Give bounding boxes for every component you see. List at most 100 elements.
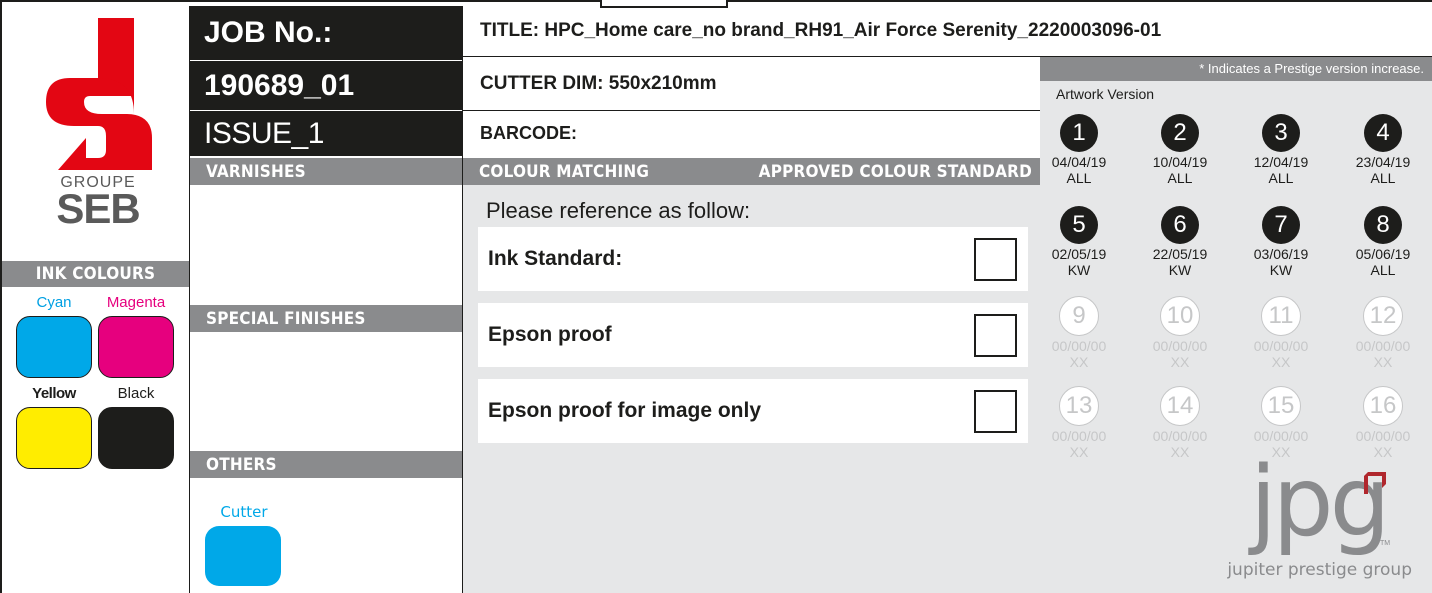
version-14: 14 00/00/00 XX [1145, 386, 1215, 460]
version-3: 3 12/04/19 ALL [1246, 114, 1316, 186]
version-code: XX [1170, 354, 1190, 370]
version-number-badge: 2 [1161, 114, 1199, 152]
barcode-label: BARCODE: [480, 123, 577, 143]
version-code: XX [1069, 444, 1089, 460]
version-number-badge: 8 [1364, 206, 1402, 244]
version-code: XX [1271, 354, 1291, 370]
version-code: KW [1067, 262, 1091, 278]
ink-label-yellow: Yellow [32, 385, 76, 402]
version-date: 12/04/19 [1253, 154, 1309, 170]
version-number-badge: 7 [1262, 206, 1300, 244]
version-date: 00/00/00 [1253, 428, 1309, 444]
version-date: 02/05/19 [1051, 246, 1107, 262]
version-number-badge: 13 [1059, 386, 1099, 426]
version-code: ALL [1370, 262, 1396, 278]
version-number-badge: 4 [1364, 114, 1402, 152]
epson-proof-checkbox[interactable] [974, 314, 1017, 357]
version-date: 23/04/19 [1355, 154, 1411, 170]
version-2: 2 10/04/19 ALL [1145, 114, 1215, 186]
ink-label-cyan: Cyan [36, 294, 72, 311]
cutter-dimensions: CUTTER DIM: 550x210mm [480, 72, 717, 94]
version-date: 00/00/00 [1253, 338, 1309, 354]
ink-swatch-black [98, 407, 174, 469]
ink-label-magenta: Magenta [106, 294, 166, 311]
job-title: TITLE: HPC_Home care_no brand_RH91_Air F… [480, 20, 1162, 41]
version-code: XX [1170, 444, 1190, 460]
version-number-badge: 1 [1060, 114, 1098, 152]
jpg-tm: TM [1380, 540, 1391, 547]
version-code: KW [1168, 262, 1192, 278]
ink-swatch-magenta [98, 316, 174, 378]
cutter-swatch [205, 526, 281, 586]
version-9: 9 00/00/00 XX [1044, 296, 1114, 370]
issue-value: ISSUE_1 [190, 110, 462, 156]
option-epson-proof-image[interactable]: Epson proof for image only [478, 379, 1028, 443]
version-date: 00/00/00 [1051, 338, 1107, 354]
version-4: 4 23/04/19 ALL [1348, 114, 1418, 186]
version-date: 00/00/00 [1355, 428, 1411, 444]
version-1: 1 04/04/19 ALL [1044, 114, 1114, 186]
version-number-badge: 16 [1363, 386, 1403, 426]
version-number-badge: 5 [1060, 206, 1098, 244]
version-date: 00/00/00 [1152, 338, 1208, 354]
version-date: 03/06/19 [1253, 246, 1309, 262]
version-code: XX [1069, 354, 1089, 370]
option-ink-standard[interactable]: Ink Standard: [478, 227, 1028, 291]
ink-colours-header: INK COLOURS [2, 261, 189, 287]
version-code: ALL [1167, 170, 1193, 186]
epson-proof-image-checkbox[interactable] [974, 390, 1017, 433]
version-date: 22/05/19 [1152, 246, 1208, 262]
version-11: 11 00/00/00 XX [1246, 296, 1316, 370]
version-5: 5 02/05/19 KW [1044, 206, 1114, 278]
option-epson-proof-image-label: Epson proof for image only [488, 399, 762, 422]
ink-swatch-cyan [16, 316, 92, 378]
groupe-seb-logo-icon [46, 18, 152, 170]
jpg-tagline: jupiter prestige group [1227, 560, 1412, 580]
version-date: 00/00/00 [1355, 338, 1411, 354]
ink-standard-checkbox[interactable] [974, 238, 1017, 281]
reference-intro: Please reference as follow: [486, 198, 751, 223]
version-code: ALL [1066, 170, 1092, 186]
version-number-badge: 10 [1160, 296, 1200, 336]
job-number-label: JOB No.: [190, 6, 462, 60]
option-ink-standard-label: Ink Standard: [488, 247, 623, 270]
version-code: XX [1373, 354, 1393, 370]
version-number-badge: 14 [1160, 386, 1200, 426]
ink-swatch-yellow [16, 407, 92, 469]
version-6: 6 22/05/19 KW [1145, 206, 1215, 278]
prestige-note: * Indicates a Prestige version increase. [1040, 57, 1432, 81]
version-number-badge: 12 [1363, 296, 1403, 336]
version-number-badge: 6 [1161, 206, 1199, 244]
jpg-accent-icon [1364, 472, 1386, 494]
version-number-badge: 15 [1261, 386, 1301, 426]
cutter-label: Cutter [220, 503, 268, 521]
version-code: ALL [1370, 170, 1396, 186]
version-date: 00/00/00 [1051, 428, 1107, 444]
version-number-badge: 3 [1262, 114, 1300, 152]
artwork-version-heading: Artwork Version [1056, 86, 1155, 102]
others-header: OTHERS [190, 451, 462, 478]
ink-label-black: Black [117, 385, 155, 402]
version-date: 00/00/00 [1152, 428, 1208, 444]
artwork-approval-sheet: GROUPE SEB INK COLOURS Cyan Magenta Yell… [0, 0, 1432, 593]
logo-seb-text: SEB [56, 185, 140, 232]
varnishes-header: VARNISHES [190, 158, 462, 185]
version-7: 7 03/06/19 KW [1246, 206, 1316, 278]
colour-matching-title: COLOUR MATCHING [479, 161, 650, 182]
job-number-value: 190689_01 [190, 60, 462, 110]
approved-colour-standard-title: APPROVED COLOUR STANDARD [758, 161, 1032, 182]
version-number-badge: 9 [1059, 296, 1099, 336]
version-8: 8 05/06/19 ALL [1348, 206, 1418, 278]
version-number-badge: 11 [1261, 296, 1301, 336]
option-epson-proof[interactable]: Epson proof [478, 303, 1028, 367]
version-code: KW [1269, 262, 1293, 278]
version-12: 12 00/00/00 XX [1348, 296, 1418, 370]
version-10: 10 00/00/00 XX [1145, 296, 1215, 370]
version-code: ALL [1268, 170, 1294, 186]
version-date: 05/06/19 [1355, 246, 1411, 262]
colour-matching-header: COLOUR MATCHING APPROVED COLOUR STANDARD [463, 158, 1040, 185]
version-date: 04/04/19 [1051, 154, 1107, 170]
version-date: 10/04/19 [1152, 154, 1208, 170]
special-finishes-header: SPECIAL FINISHES [190, 305, 462, 332]
left-border [0, 0, 2, 593]
